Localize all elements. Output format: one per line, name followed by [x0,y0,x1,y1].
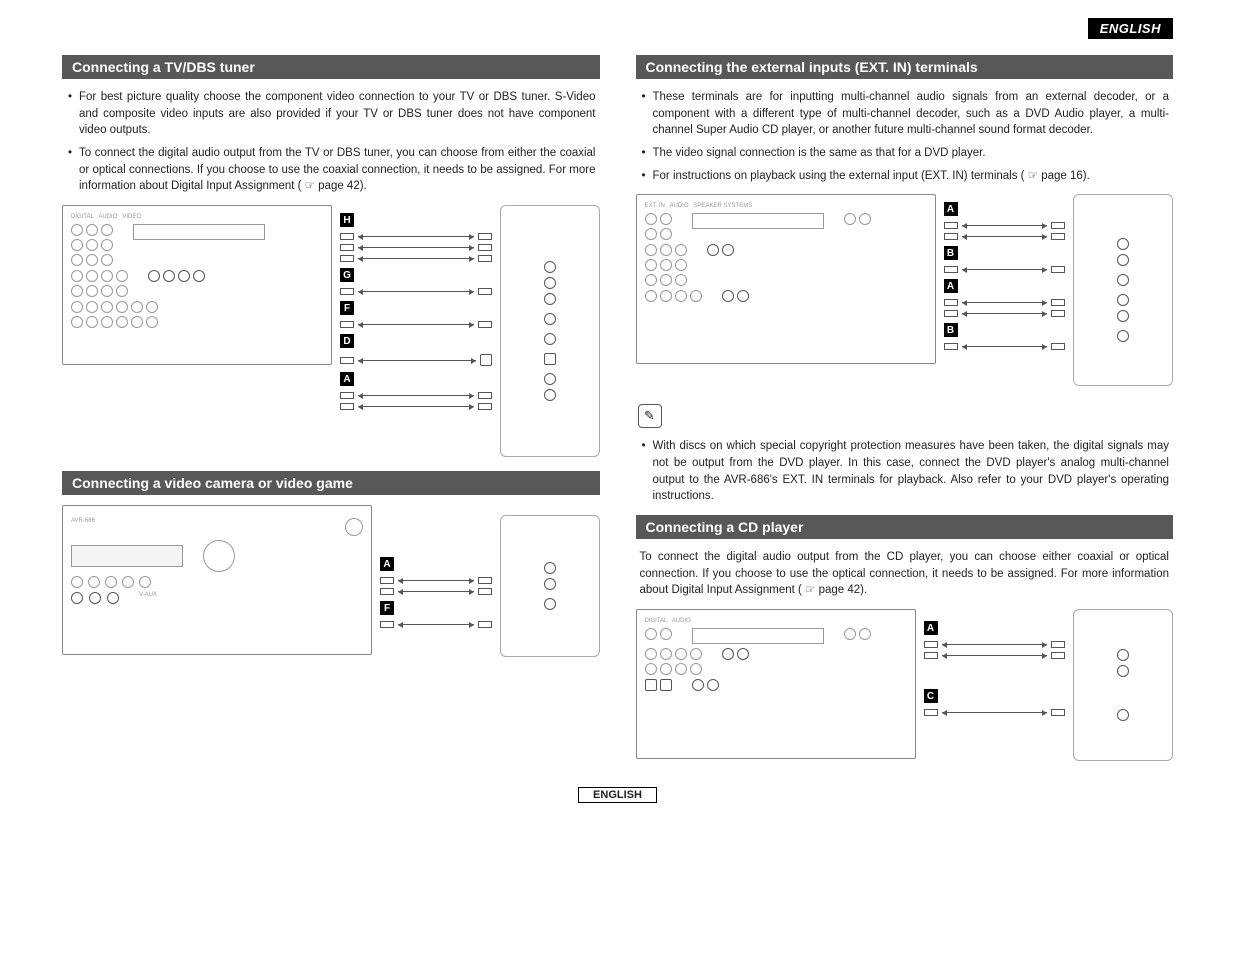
bullet-item: The video signal connection is the same … [642,145,1170,162]
footer-language: ENGLISH [578,787,657,803]
bullet-item: With discs on which special copyright pr… [642,438,1170,505]
diagram-video-camera: AVR-686 [62,505,600,657]
video-camera-device [500,515,600,657]
bullet-item: These terminals are for inputting multi-… [642,89,1170,139]
diagram-cd: DIGITAL AUDIO [636,609,1174,761]
bullet-list: For best picture quality choose the comp… [62,89,600,195]
bullet-item: For instructions on playback using the e… [642,168,1170,185]
cable-label: C [924,689,938,703]
bullet-item: For best picture quality choose the comp… [68,89,596,139]
section-heading-cd: Connecting a CD player [636,515,1174,539]
cable-label: A [924,621,938,635]
cable-label: D [340,334,354,348]
diagram-tv-dbs: DIGITAL AUDIO VIDEO [62,205,600,457]
external-decoder-device [1073,194,1173,386]
cable-label: F [340,301,354,315]
section-heading-tv-dbs: Connecting a TV/DBS tuner [62,55,600,79]
section-heading-ext-in: Connecting the external inputs (EXT. IN)… [636,55,1174,79]
section-heading-video-camera: Connecting a video camera or video game [62,471,600,495]
cable-label: A [380,557,394,571]
cable-label: A [944,279,958,293]
cable-label: F [380,601,394,615]
receiver-rear-panel: DIGITAL AUDIO VIDEO [62,205,332,365]
receiver-front-panel: AVR-686 [62,505,372,655]
cable-label: B [944,246,958,260]
right-column: Connecting the external inputs (EXT. IN)… [636,47,1174,775]
cable-label: A [944,202,958,216]
cable-label: H [340,213,354,227]
cable-label: A [340,372,354,386]
bullet-item: To connect the digital audio output from… [68,145,596,195]
cable-label: B [944,323,958,337]
diagram-ext-in: EXT. IN AUDIO SPEAKER SYSTEMS [636,194,1174,386]
note-bullet-list: With discs on which special copyright pr… [636,438,1174,505]
note-icon: ✎ [638,404,662,428]
left-column: Connecting a TV/DBS tuner For best pictu… [62,47,600,775]
bullet-list: These terminals are for inputting multi-… [636,89,1174,184]
cd-player-device [1073,609,1173,761]
tv-dbs-device [500,205,600,457]
body-paragraph: To connect the digital audio output from… [636,549,1174,599]
language-badge: ENGLISH [1088,18,1173,39]
receiver-rear-panel: EXT. IN AUDIO SPEAKER SYSTEMS [636,194,936,364]
receiver-rear-panel: DIGITAL AUDIO [636,609,916,759]
cable-label: G [340,268,354,282]
